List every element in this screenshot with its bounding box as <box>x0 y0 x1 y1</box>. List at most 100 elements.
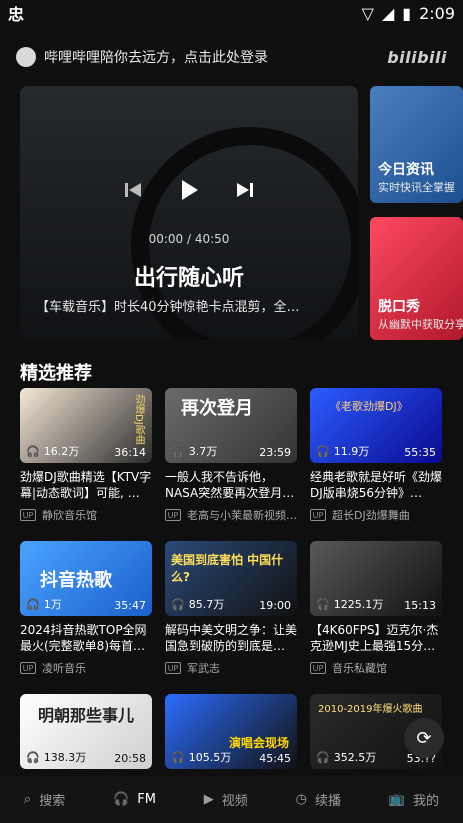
duration: 19:00 <box>259 599 291 612</box>
play-icon[interactable] <box>175 176 203 204</box>
play-count: 🎧 11.9万 <box>316 444 370 459</box>
nav-fm[interactable]: 🎧 FM <box>113 792 156 807</box>
player-controls <box>20 176 358 204</box>
nav-video[interactable]: ▶ 视频 <box>204 790 248 809</box>
login-header[interactable]: 哔哩哔哩陪你去远方，点击此处登录 bilibili <box>0 40 463 74</box>
uploader[interactable]: UP 老高与小茉最新视频… <box>165 507 297 523</box>
duration: 45:45 <box>259 752 291 765</box>
thumbnail-text: 抖音热歌 <box>40 570 112 591</box>
video-title[interactable]: 一般人我不告诉他，NASA突然要再次登月… <box>165 469 297 501</box>
uploader[interactable]: UP 军武志 <box>165 660 297 676</box>
nav-continue[interactable]: ◷ 续播 <box>296 790 341 809</box>
video-title[interactable]: 解码中美文明之争：让美国急到破防的到底是… <box>165 622 297 654</box>
video-title[interactable]: 经典老歌就是好听《劲爆DJ版串烧56分钟》… <box>310 469 442 501</box>
headphones-icon: 🎧 <box>26 597 40 611</box>
refresh-icon: ⟳ <box>416 727 432 749</box>
side-card-subtitle: 实时快讯全掌握 <box>378 181 455 194</box>
avatar[interactable] <box>16 47 36 67</box>
video-card[interactable]: 明朝那些事儿 🎧 138.3万 20:58 <box>20 694 152 769</box>
video-card[interactable]: 再次登月 🎧 3.7万 23:59 一般人我不告诉他，NASA突然要再次登月… … <box>165 388 297 523</box>
headphones-icon: 🎧 <box>316 597 330 611</box>
video-card[interactable]: 🎧 1225.1万 15:13 【4K60FPS】迈克尔·杰克逊MJ史上最强15… <box>310 541 442 676</box>
wifi-icon: ▽ <box>361 3 374 23</box>
battery-icon: ▮ <box>402 3 412 23</box>
video-thumbnail[interactable]: 演唱会现场 🎧 105.5万 45:45 <box>165 694 297 769</box>
next-icon[interactable] <box>231 176 259 204</box>
up-icon: UP <box>165 509 181 521</box>
video-card[interactable]: 抖音热歌 🎧 1万 35:47 2024抖音热歌TOP全网最火(完整歌单8)每首… <box>20 541 152 676</box>
hero-title: 出行随心听 <box>133 266 244 291</box>
duration: 35:47 <box>114 599 146 612</box>
play-count: 🎧 16.2万 <box>26 444 80 459</box>
side-card-subtitle: 从幽默中获取分享 <box>378 318 463 331</box>
video-card[interactable]: 劲爆DJ歌曲 🎧 16.2万 36:14 劲爆DJ歌曲精选【KTV字幕|动态歌词… <box>20 388 152 523</box>
clock-icon: ◷ <box>295 792 307 807</box>
duration: 36:14 <box>114 446 146 459</box>
play-count: 🎧 138.3万 <box>26 750 87 765</box>
thumbnail-text: 《老歌劲爆DJ》 <box>330 400 408 413</box>
play-count: 🎧 1225.1万 <box>316 597 384 612</box>
uploader[interactable]: UP 超长DJ劲爆舞曲 <box>310 507 442 523</box>
duration: 55:35 <box>404 446 436 459</box>
video-card[interactable]: 《老歌劲爆DJ》 🎧 11.9万 55:35 经典老歌就是好听《劲爆DJ版串烧5… <box>310 388 442 523</box>
duration: 20:58 <box>114 752 146 765</box>
headphones-icon: 🎧 <box>113 792 130 807</box>
headphones-icon: 🎧 <box>171 750 185 764</box>
video-icon: ▶ <box>203 792 214 807</box>
thumbnail-text: 2010-2019年爆火歌曲 <box>318 704 423 715</box>
thumbnail-text: 演唱会现场 <box>228 736 289 750</box>
headphones-icon: 🎧 <box>171 597 185 611</box>
side-card-news[interactable]: 今日资讯 实时快讯全掌握 <box>370 86 463 203</box>
video-title[interactable]: 2024抖音热歌TOP全网最火(完整歌单8)每首… <box>20 622 152 654</box>
thumbnail-text: 明朝那些事儿 <box>38 706 135 725</box>
playback-time: 00:00 / 40:50 <box>148 232 230 246</box>
up-icon: UP <box>310 662 326 674</box>
uploader[interactable]: UP 凌听音乐 <box>20 660 152 676</box>
search-icon: ⌕ <box>23 792 32 807</box>
headphones-icon: 🎧 <box>171 444 185 458</box>
play-count: 🎧 352.5万 <box>316 750 377 765</box>
video-thumbnail[interactable]: 🎧 1225.1万 15:13 <box>310 541 442 616</box>
duration: 15:13 <box>404 599 436 612</box>
video-thumbnail[interactable]: 劲爆DJ歌曲 🎧 16.2万 36:14 <box>20 388 152 463</box>
nav-mine[interactable]: 📺 我的 <box>389 790 439 809</box>
headphones-icon: 🎧 <box>316 444 330 458</box>
headphones-icon: 🎧 <box>26 750 40 764</box>
up-icon: UP <box>165 662 181 674</box>
headphones-icon: 🎧 <box>26 444 40 458</box>
signal-icon: ◢ <box>381 3 395 23</box>
video-thumbnail[interactable]: 再次登月 🎧 3.7万 23:59 <box>165 388 297 463</box>
hero-card[interactable]: 00:00 / 40:50 出行随心听 【车载音乐】时长40分钟惊艳卡点混剪，全… <box>20 86 358 340</box>
side-card-title: 今日资讯 <box>378 162 434 178</box>
app-indicator-icon: 忠 <box>8 5 25 24</box>
clock-time: 2:09 <box>419 3 455 23</box>
hero-description: 【车载音乐】时长40分钟惊艳卡点混剪，全… <box>36 300 300 315</box>
video-title[interactable]: 【4K60FPS】迈克尔·杰克逊MJ史上最强15分… <box>310 622 442 654</box>
video-title[interactable]: 劲爆DJ歌曲精选【KTV字幕|动态歌词】可能, … <box>20 469 152 501</box>
video-thumbnail[interactable]: 抖音热歌 🎧 1万 35:47 <box>20 541 152 616</box>
uploader[interactable]: UP 静欣音乐馆 <box>20 507 152 523</box>
side-card-talkshow[interactable]: 脱口秀 从幽默中获取分享 <box>370 217 463 340</box>
play-count: 🎧 105.5万 <box>171 750 232 765</box>
uploader[interactable]: UP 音乐私藏馆 <box>310 660 442 676</box>
login-text[interactable]: 哔哩哔哩陪你去远方，点击此处登录 <box>44 47 268 67</box>
video-thumbnail[interactable]: 美国到底害怕 中国什么? 🎧 85.7万 19:00 <box>165 541 297 616</box>
video-thumbnail[interactable]: 《老歌劲爆DJ》 🎧 11.9万 55:35 <box>310 388 442 463</box>
video-thumbnail[interactable]: 明朝那些事儿 🎧 138.3万 20:58 <box>20 694 152 769</box>
side-card-title: 脱口秀 <box>378 299 420 315</box>
video-card[interactable]: 演唱会现场 🎧 105.5万 45:45 <box>165 694 297 769</box>
nav-search[interactable]: ⌕ 搜索 <box>24 790 65 809</box>
play-count: 🎧 85.7万 <box>171 597 225 612</box>
refresh-button[interactable]: ⟳ <box>404 718 444 758</box>
tv-icon: 📺 <box>388 792 406 807</box>
up-icon: UP <box>310 509 326 521</box>
play-count: 🎧 3.7万 <box>171 444 218 459</box>
status-bar: 忠 ▽ ◢ ▮ 2:09 <box>0 0 463 26</box>
thumbnail-text: 再次登月 <box>181 398 253 419</box>
up-icon: UP <box>20 509 36 521</box>
thumbnail-text: 美国到底害怕 中国什么? <box>171 553 284 584</box>
video-card[interactable]: 美国到底害怕 中国什么? 🎧 85.7万 19:00 解码中美文明之争：让美国急… <box>165 541 297 676</box>
headphones-icon: 🎧 <box>316 750 330 764</box>
thumbnail-text: 劲爆DJ歌曲 <box>133 394 144 445</box>
previous-icon[interactable] <box>119 176 147 204</box>
